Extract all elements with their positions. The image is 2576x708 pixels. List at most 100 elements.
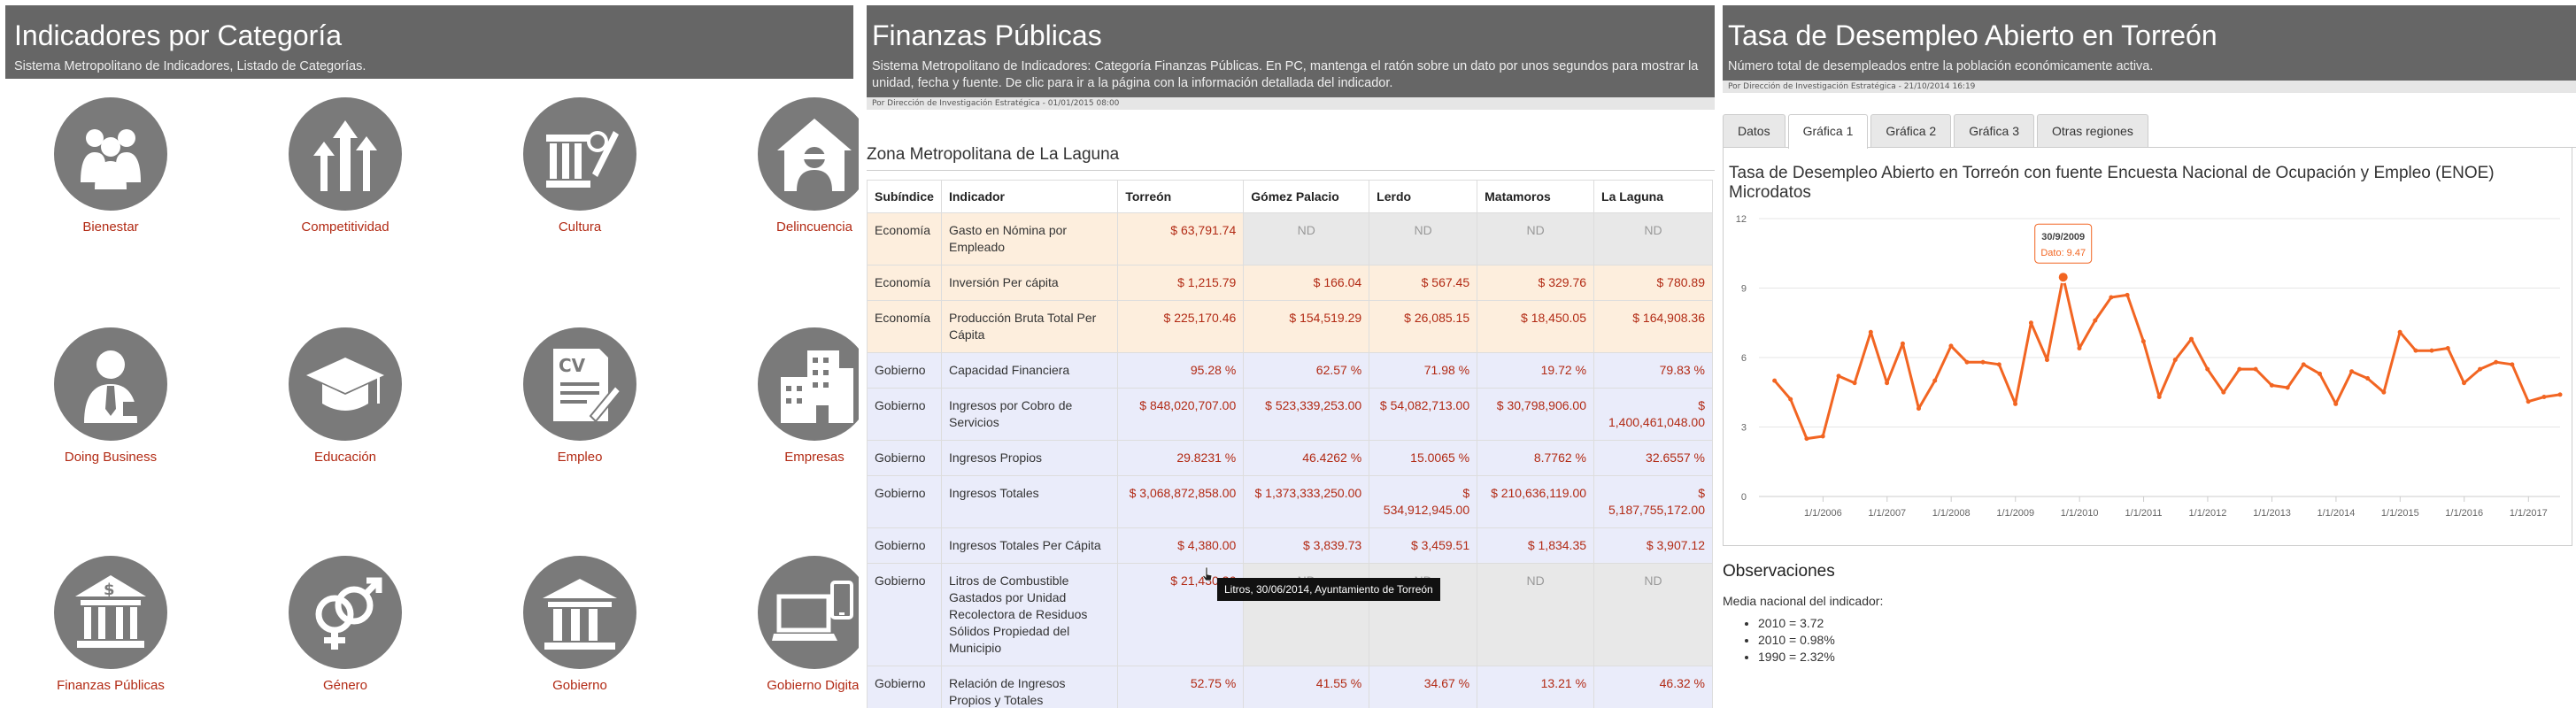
indicator-cell[interactable]: Inversión Per cápita bbox=[940, 265, 1119, 301]
tab-gráfica-3[interactable]: Gráfica 3 bbox=[1954, 114, 2035, 147]
value-cell[interactable]: 52.75 % bbox=[1117, 666, 1245, 708]
chart-tooltip-date: 30/9/2009 bbox=[2041, 232, 2085, 242]
value-cell[interactable]: $ 3,068,872,858.00 bbox=[1117, 475, 1245, 528]
tab-gráfica-1[interactable]: Gráfica 1 bbox=[1787, 114, 1869, 149]
value-cell[interactable]: 46.32 % bbox=[1593, 666, 1713, 708]
value-cell[interactable]: ND bbox=[1593, 212, 1713, 266]
arrows-up-icon[interactable] bbox=[289, 97, 402, 211]
indicator-cell[interactable]: Producción Bruta Total Per Cápita bbox=[940, 300, 1119, 353]
value-cell[interactable]: ND bbox=[1477, 563, 1595, 666]
value-cell[interactable]: $ 329.76 bbox=[1477, 265, 1595, 301]
value-cell[interactable]: 79.83 % bbox=[1593, 352, 1713, 389]
value-cell[interactable]: $ 154,519.29 bbox=[1243, 300, 1370, 353]
indicator-cell[interactable]: Capacidad Financiera bbox=[940, 352, 1119, 389]
category-educación[interactable]: Educación bbox=[257, 327, 434, 465]
value-cell[interactable]: ND bbox=[1477, 212, 1595, 266]
value-cell[interactable]: 32.6557 % bbox=[1593, 440, 1713, 476]
category-label[interactable]: Doing Business bbox=[22, 450, 199, 465]
buildings-icon[interactable] bbox=[758, 327, 859, 441]
category-label[interactable]: Delincuencia bbox=[726, 219, 859, 235]
value-cell[interactable]: $ 54,082,713.00 bbox=[1369, 388, 1478, 441]
value-cell[interactable]: 34.67 % bbox=[1369, 666, 1478, 708]
value-cell[interactable]: $ 1,400,461,048.00 bbox=[1593, 388, 1713, 441]
bank-dollar-icon[interactable]: $ bbox=[54, 556, 167, 669]
category-competitividad[interactable]: Competitividad bbox=[257, 97, 434, 235]
value-cell[interactable]: $ 3,839.73 bbox=[1243, 527, 1370, 564]
category-empresas[interactable]: Empresas bbox=[726, 327, 859, 465]
category-label[interactable]: Cultura bbox=[491, 219, 668, 235]
value-cell[interactable]: $ 567.45 bbox=[1369, 265, 1478, 301]
category-label[interactable]: Finanzas Públicas bbox=[22, 678, 199, 693]
cv-document-icon[interactable]: CV bbox=[523, 327, 636, 441]
table-row: Gobierno Capacidad Financiera 95.28 % 62.57… bbox=[867, 352, 1713, 389]
tab-otras-regiones[interactable]: Otras regiones bbox=[2037, 114, 2148, 147]
category-label[interactable]: Empleo bbox=[491, 450, 668, 465]
value-cell[interactable]: $ 780.89 bbox=[1593, 265, 1713, 301]
value-cell[interactable]: $ 26,085.15 bbox=[1369, 300, 1478, 353]
value-cell[interactable]: ND bbox=[1243, 212, 1370, 266]
indicator-cell[interactable]: Ingresos por Cobro de Servicios bbox=[940, 388, 1119, 441]
indicator-cell[interactable]: Ingresos Propios bbox=[940, 440, 1119, 476]
value-cell[interactable]: $ 225,170.46 bbox=[1117, 300, 1245, 353]
value-cell[interactable]: $ 5,187,755,172.00 bbox=[1593, 475, 1713, 528]
government-building-icon[interactable] bbox=[523, 556, 636, 669]
category-label[interactable]: Gobierno Digital bbox=[726, 678, 859, 693]
category-empleo[interactable]: CV Empleo bbox=[491, 327, 668, 465]
value-cell[interactable]: ND bbox=[1593, 563, 1713, 666]
category-cultura[interactable]: Cultura bbox=[491, 97, 668, 235]
value-cell[interactable]: ND bbox=[1369, 212, 1478, 266]
category-género[interactable]: Género bbox=[257, 556, 434, 693]
indicator-cell[interactable]: Relación de Ingresos Propios y Totales bbox=[940, 666, 1119, 708]
value-cell[interactable]: 29.8231 % bbox=[1117, 440, 1245, 476]
value-cell[interactable]: $ 4,380.00 bbox=[1117, 527, 1245, 564]
category-doing-business[interactable]: Doing Business bbox=[22, 327, 199, 465]
value-cell[interactable]: $ 3,907.12 bbox=[1593, 527, 1713, 564]
value-cell[interactable]: 71.98 % bbox=[1369, 352, 1478, 389]
indicator-cell[interactable]: Ingresos Totales Per Cápita bbox=[940, 527, 1119, 564]
graduation-cap-icon[interactable] bbox=[289, 327, 402, 441]
tab-gráfica-2[interactable]: Gráfica 2 bbox=[1870, 114, 1952, 147]
category-gobierno-digital[interactable]: Gobierno Digital bbox=[726, 556, 859, 693]
laptop-phone-icon[interactable] bbox=[758, 556, 859, 669]
value-cell[interactable]: 95.28 % bbox=[1117, 352, 1245, 389]
gender-symbols-icon[interactable] bbox=[289, 556, 402, 669]
value-cell[interactable]: $ 166.04 bbox=[1243, 265, 1370, 301]
value-cell[interactable]: $ 1,834.35 bbox=[1477, 527, 1595, 564]
indicator-cell[interactable]: Litros de Combustible Gastados por Unida… bbox=[940, 563, 1119, 666]
value-cell[interactable]: $ 18,450.05 bbox=[1477, 300, 1595, 353]
category-finanzas-públicas[interactable]: $ Finanzas Públicas bbox=[22, 556, 199, 693]
category-bienestar[interactable]: Bienestar bbox=[22, 97, 199, 235]
category-delincuencia[interactable]: Delincuencia bbox=[726, 97, 859, 235]
value-cell[interactable]: $ 523,339,253.00 bbox=[1243, 388, 1370, 441]
category-label[interactable]: Género bbox=[257, 678, 434, 693]
value-cell[interactable]: $ 534,912,945.00 bbox=[1369, 475, 1478, 528]
category-label[interactable]: Empresas bbox=[726, 450, 859, 465]
thief-house-icon[interactable] bbox=[758, 97, 859, 211]
value-cell[interactable]: 8.7762 % bbox=[1477, 440, 1595, 476]
indicator-cell[interactable]: Gasto en Nómina por Empleado bbox=[940, 212, 1119, 266]
category-gobierno[interactable]: Gobierno bbox=[491, 556, 668, 693]
value-cell[interactable]: $ 1,373,333,250.00 bbox=[1243, 475, 1370, 528]
indicator-cell[interactable]: Ingresos Totales bbox=[940, 475, 1119, 528]
value-cell[interactable]: $ 1,215.79 bbox=[1117, 265, 1245, 301]
category-label[interactable]: Competitividad bbox=[257, 219, 434, 235]
value-cell[interactable]: $ 848,020,707.00 bbox=[1117, 388, 1245, 441]
category-label[interactable]: Gobierno bbox=[491, 678, 668, 693]
tab-datos[interactable]: Datos bbox=[1723, 114, 1785, 147]
value-cell[interactable]: $ 210,636,119.00 bbox=[1477, 475, 1595, 528]
value-cell[interactable]: 15.0065 % bbox=[1369, 440, 1478, 476]
category-label[interactable]: Bienestar bbox=[22, 219, 199, 235]
businessman-icon[interactable] bbox=[54, 327, 167, 441]
value-cell[interactable]: 62.57 % bbox=[1243, 352, 1370, 389]
columns-pen-icon[interactable] bbox=[523, 97, 636, 211]
value-cell[interactable]: $ 30,798,906.00 bbox=[1477, 388, 1595, 441]
value-cell[interactable]: 46.4262 % bbox=[1243, 440, 1370, 476]
value-cell[interactable]: $ 3,459.51 bbox=[1369, 527, 1478, 564]
category-label[interactable]: Educación bbox=[257, 450, 434, 465]
value-cell[interactable]: $ 164,908.36 bbox=[1593, 300, 1713, 353]
value-cell[interactable]: 19.72 % bbox=[1477, 352, 1595, 389]
people-group-icon[interactable] bbox=[54, 97, 167, 211]
value-cell[interactable]: 41.55 % bbox=[1243, 666, 1370, 708]
value-cell[interactable]: 13.21 % bbox=[1477, 666, 1595, 708]
value-cell[interactable]: $ 63,791.74 bbox=[1117, 212, 1245, 266]
